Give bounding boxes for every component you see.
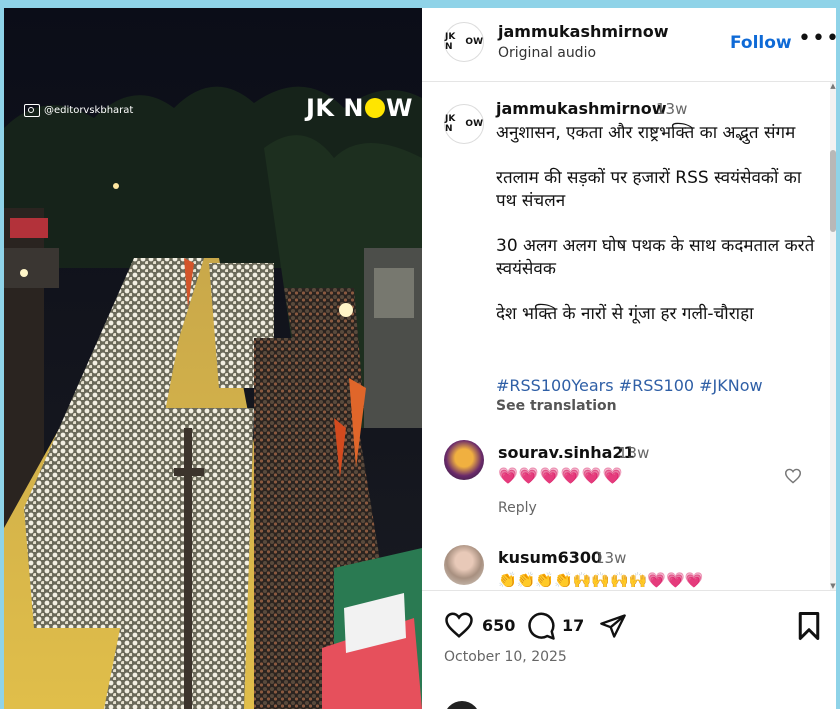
account-username[interactable]: jammukashmirnow xyxy=(498,22,669,41)
caption-line: रतलाम की सड़कों पर हजारों RSS स्वयंसेवको… xyxy=(496,168,802,211)
comment-avatar[interactable] xyxy=(444,440,484,480)
caption-avatar-logo-o: O xyxy=(464,119,474,129)
caption-line: अनुशासन, एकता और राष्ट्रभक्ति का अद्भुत … xyxy=(496,123,796,143)
save-bookmark-icon[interactable] xyxy=(796,611,822,641)
avatar-logo-right: W xyxy=(473,37,483,47)
jk-now-overlay-logo: JK N W xyxy=(306,94,413,122)
comment-username[interactable]: sourav.sinha21 xyxy=(498,443,635,462)
caption-avatar-logo-left: JK N xyxy=(445,114,456,134)
comments-scrollbar[interactable]: ▲ ▼ xyxy=(830,82,836,590)
share-send-icon[interactable] xyxy=(598,612,628,640)
overlay-logo-left: JK N xyxy=(306,94,364,122)
caption-text: अनुशासन, एकता और राष्ट्रभक्ति का अद्भुत … xyxy=(496,122,816,348)
comment-time: 13w xyxy=(595,549,627,567)
watermark-text: @editorvskbharat xyxy=(44,105,134,116)
comment-bubble-icon[interactable] xyxy=(526,611,556,641)
scroll-up-arrow-icon[interactable]: ▲ xyxy=(830,82,836,90)
follow-button[interactable]: Follow xyxy=(730,33,792,53)
caption-avatar[interactable]: JK N OW xyxy=(444,104,484,144)
see-translation-link[interactable]: See translation xyxy=(496,398,617,414)
comment-text: 👏👏👏👏🙌🙌🙌🙌💗💗💗 xyxy=(498,571,704,589)
scrollbar-thumb[interactable] xyxy=(830,150,836,232)
comment-text: 💗💗💗💗💗💗 xyxy=(498,466,624,485)
caption-line: देश भक्ति के नारों से गूंजा हर गली-चौराह… xyxy=(496,304,754,324)
like-count[interactable]: 650 xyxy=(482,616,515,635)
caption-avatar-logo-right: W xyxy=(473,119,483,129)
next-comment-avatar xyxy=(444,701,480,709)
comment-time: 13w xyxy=(618,444,650,462)
audio-label[interactable]: Original audio xyxy=(498,45,596,61)
caption-line: 30 अलग अलग घोष पथक के साथ कदमताल करते स्… xyxy=(496,236,815,279)
post-details-panel: JK NOW jammukashmirnow Original audio Fo… xyxy=(422,8,836,709)
comment-avatar[interactable] xyxy=(444,545,484,585)
comment-username[interactable]: kusum6300 xyxy=(498,548,602,567)
caption-username[interactable]: jammukashmirnow xyxy=(496,99,667,118)
comments-scroll-area[interactable]: JK N OW jammukashmirnow 13w अनुशासन, एकता… xyxy=(422,82,830,590)
comment-count[interactable]: 17 xyxy=(562,616,584,635)
camera-icon xyxy=(24,104,40,117)
overlay-logo-right: W xyxy=(385,94,413,122)
post-date[interactable]: October 10, 2025 xyxy=(444,649,567,665)
more-options-icon[interactable]: ••• xyxy=(798,26,836,51)
reply-button[interactable]: Reply xyxy=(498,500,537,516)
like-comment-heart-icon[interactable] xyxy=(784,468,802,484)
logo-dot-icon xyxy=(364,98,385,118)
account-avatar[interactable]: JK N OW xyxy=(444,22,484,62)
caption-hashtags[interactable]: #RSS100Years #RSS100 #JKNow xyxy=(496,376,763,395)
scroll-down-arrow-icon[interactable]: ▼ xyxy=(830,582,836,590)
avatar-logo-o: O xyxy=(464,37,474,47)
post-actions-bar: 650 17 October 10, 2025 xyxy=(422,590,836,709)
post-header: JK N OW jammukashmirnow Original audio Fo… xyxy=(422,8,836,82)
caption-time: 13w xyxy=(656,100,688,118)
post-media[interactable]: @editorvskbharat JK N W xyxy=(4,8,422,709)
like-heart-icon[interactable] xyxy=(444,611,474,639)
media-watermark: @editorvskbharat xyxy=(24,104,133,117)
avatar-logo-left: JK N xyxy=(445,32,456,52)
post-window: @editorvskbharat JK N W JK NOW jammukash… xyxy=(4,8,836,709)
